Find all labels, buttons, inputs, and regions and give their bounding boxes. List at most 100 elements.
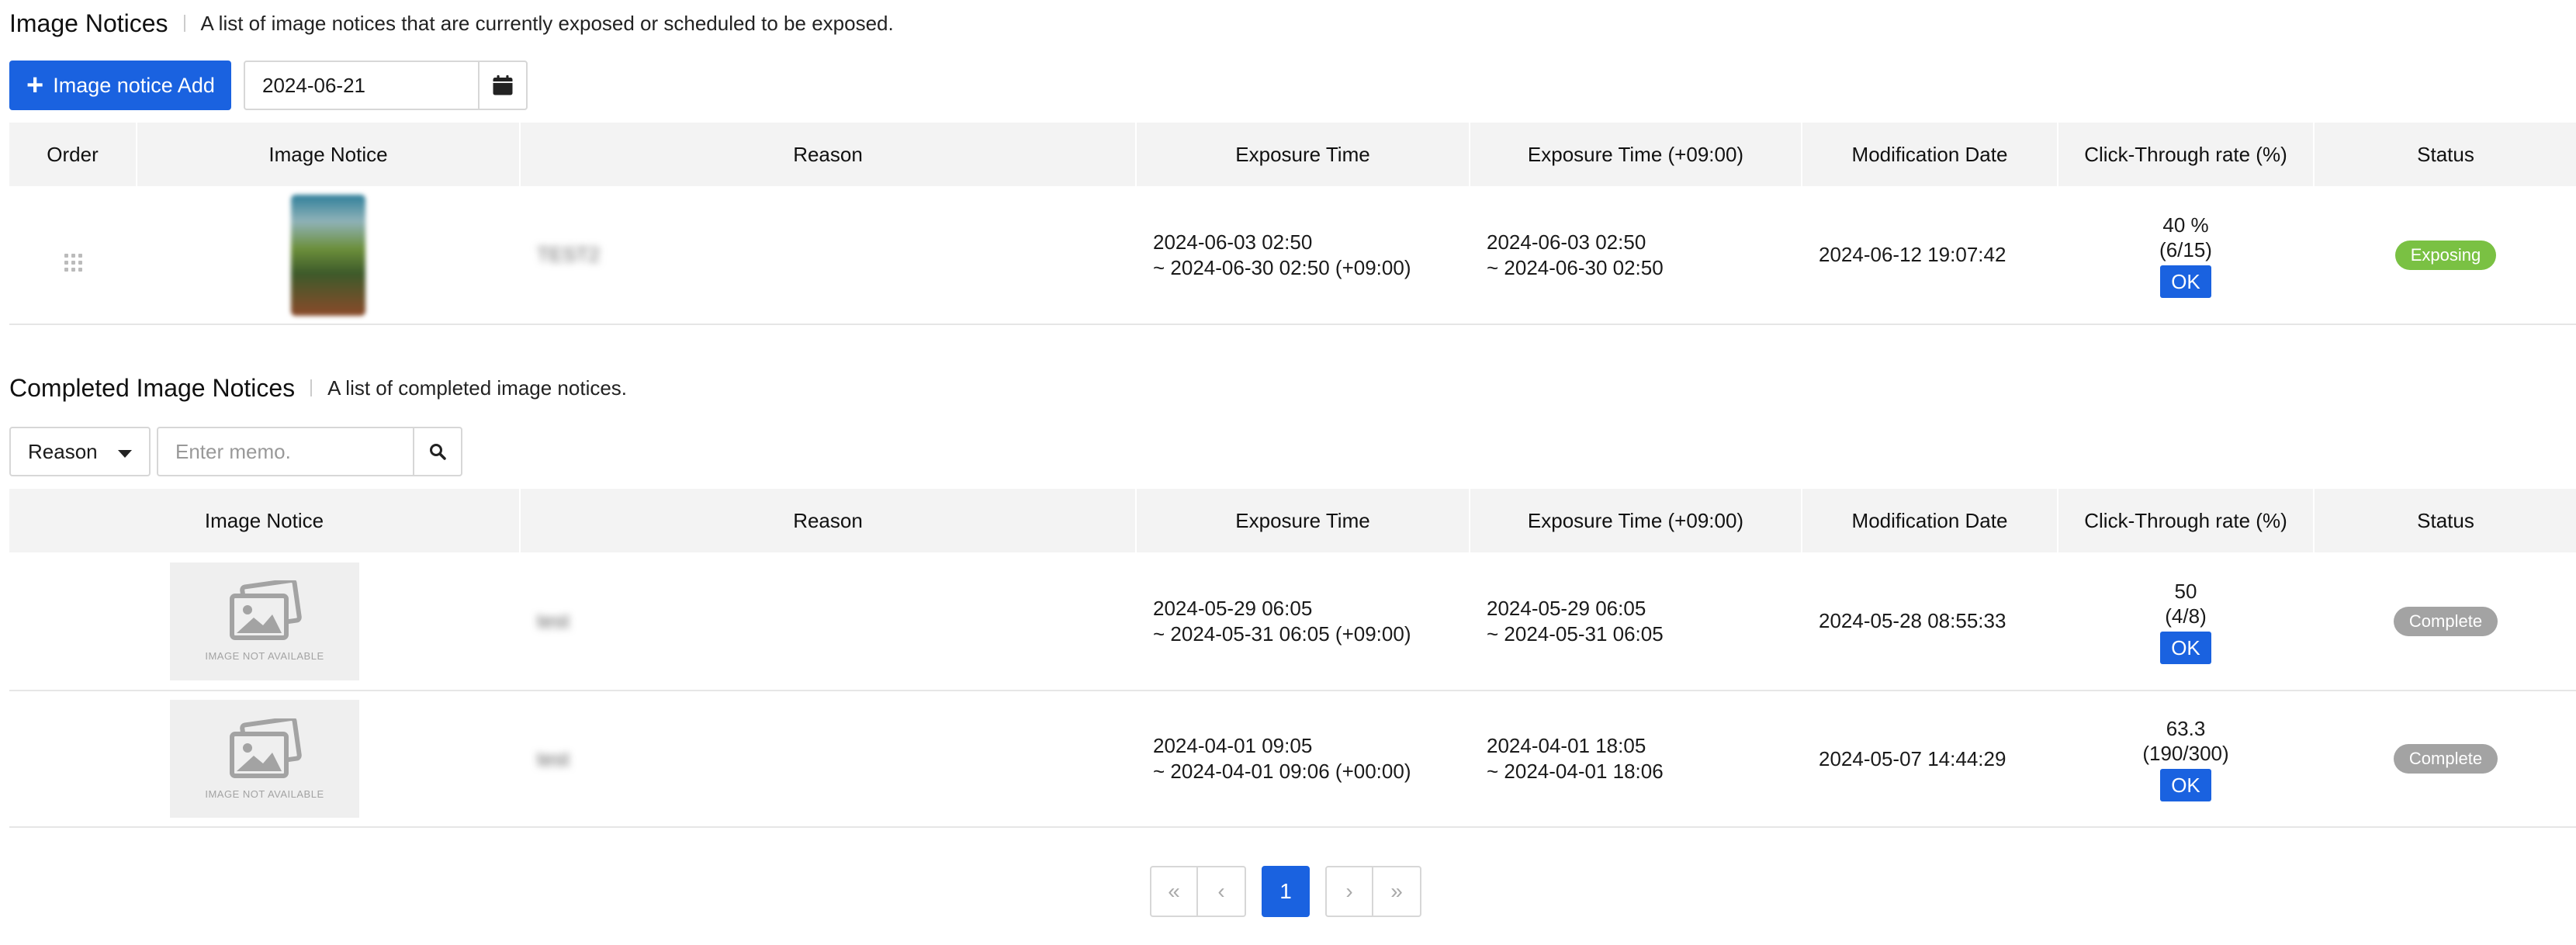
table-row[interactable]: IMAGE NOT AVAILABLE test 2024-04-01 09:0… — [9, 691, 2576, 828]
exposure-kst-start: 2024-05-29 06:05 — [1487, 596, 1646, 620]
ctr-ok-button[interactable]: OK — [2160, 769, 2211, 801]
reason-filter-select[interactable]: Reason — [9, 427, 151, 476]
modified-cell: 2024-05-28 08:55:33 — [1802, 552, 2058, 691]
reason-text: test — [537, 746, 570, 770]
first-page-icon[interactable]: « — [1150, 866, 1198, 917]
notice-thumbnail[interactable] — [291, 194, 365, 316]
exposure-start: 2024-04-01 09:05 — [1153, 734, 1313, 757]
exposure-cell: 2024-06-03 02:50 ~ 2024-06-30 02:50 (+09… — [1136, 186, 1470, 325]
header-image-notice[interactable]: Image Notice — [137, 123, 521, 186]
exposure-start: 2024-05-29 06:05 — [1153, 596, 1313, 620]
page-title: Image Notices — [9, 9, 168, 37]
ctr-count: (190/300) — [2142, 742, 2229, 765]
date-picker[interactable]: 2024-06-21 — [244, 61, 528, 110]
ctr-cell: 40 % (6/15) OK — [2058, 186, 2314, 325]
exposure-kst-end: ~ 2024-05-31 06:05 — [1487, 621, 1664, 646]
filter-select-value: Reason — [28, 439, 98, 463]
ctr-rate: 40 % — [2162, 213, 2209, 237]
exposure-start: 2024-06-03 02:50 — [1153, 230, 1313, 254]
prev-page-icon[interactable]: ‹ — [1198, 866, 1246, 917]
reason-cell: TEST2 — [520, 186, 1136, 325]
exposure-end: ~ 2024-04-01 09:06 (+00:00) — [1153, 760, 1411, 783]
title-divider — [183, 15, 185, 32]
search-input[interactable]: Enter memo. — [158, 428, 413, 475]
add-button-label: Image notice Add — [53, 73, 215, 97]
image-placeholder-icon — [230, 580, 302, 640]
last-page-icon[interactable]: » — [1373, 866, 1421, 917]
date-input[interactable]: 2024-06-21 — [245, 62, 478, 109]
image-cell — [137, 186, 520, 325]
exposure-kst-end: ~ 2024-04-01 18:06 — [1487, 760, 1664, 783]
header-status[interactable]: Status — [2314, 123, 2576, 186]
header-order[interactable]: Order — [9, 123, 137, 186]
image-cell: IMAGE NOT AVAILABLE — [9, 691, 520, 828]
header-status[interactable]: Status — [2314, 489, 2576, 552]
page-button-current[interactable]: 1 — [1262, 866, 1310, 917]
order-cell[interactable] — [9, 186, 137, 325]
ctr-cell: 50 (4/8) OK — [2058, 552, 2314, 691]
ctr-rate: 63.3 — [2166, 717, 2206, 740]
reason-cell: test — [520, 552, 1136, 691]
ctr-ok-button[interactable]: OK — [2160, 631, 2211, 664]
chevron-down-icon — [118, 450, 132, 458]
header-exposure-time-kst[interactable]: Exposure Time (+09:00) — [1470, 123, 1802, 186]
image-cell: IMAGE NOT AVAILABLE — [9, 552, 520, 691]
modified-cell: 2024-06-12 19:07:42 — [1802, 186, 2058, 325]
calendar-icon[interactable] — [478, 62, 526, 109]
drag-handle-icon[interactable] — [64, 253, 82, 272]
ctr-count: (4/8) — [2165, 604, 2207, 628]
ctr-rate: 50 — [2174, 579, 2197, 603]
header-exposure-time[interactable]: Exposure Time — [1136, 123, 1470, 186]
next-page-icon[interactable]: › — [1325, 866, 1373, 917]
exposure-end: ~ 2024-05-31 06:05 (+09:00) — [1153, 621, 1411, 646]
title-divider — [310, 379, 313, 396]
reason-text: test — [537, 609, 570, 632]
completed-notices-table: Image Notice Reason Exposure Time Exposu… — [9, 489, 2576, 828]
pagination: « ‹ 1 › » — [1150, 866, 1421, 917]
ctr-count: (6/15) — [2159, 237, 2212, 261]
header-image-notice[interactable]: Image Notice — [9, 489, 521, 552]
status-badge: Complete — [2393, 606, 2498, 636]
status-cell: Complete — [2314, 552, 2576, 691]
header-modification-date[interactable]: Modification Date — [1802, 123, 2058, 186]
table-header-row: Order Image Notice Reason Exposure Time … — [9, 123, 2576, 186]
exposure-kst-start: 2024-06-03 02:50 — [1487, 230, 1646, 254]
completed-title: Completed Image Notices — [9, 373, 296, 402]
header-reason[interactable]: Reason — [520, 489, 1137, 552]
exposure-kst-end: ~ 2024-06-30 02:50 — [1487, 255, 1664, 279]
header-ctr[interactable]: Click-Through rate (%) — [2058, 123, 2315, 186]
header-reason[interactable]: Reason — [520, 123, 1137, 186]
completed-description: A list of completed image notices. — [327, 376, 628, 400]
header-ctr[interactable]: Click-Through rate (%) — [2058, 489, 2315, 552]
add-image-notice-button[interactable]: + Image notice Add — [9, 61, 231, 110]
plus-icon: + — [26, 69, 44, 102]
header-exposure-time-kst[interactable]: Exposure Time (+09:00) — [1470, 489, 1802, 552]
ctr-cell: 63.3 (190/300) OK — [2058, 691, 2314, 828]
image-not-available-label: IMAGE NOT AVAILABLE — [205, 650, 324, 662]
status-badge: Exposing — [2394, 240, 2497, 270]
image-placeholder[interactable]: IMAGE NOT AVAILABLE — [170, 562, 359, 680]
reason-cell: test — [520, 691, 1136, 828]
completed-section-header: Completed Image Notices A list of comple… — [9, 372, 627, 403]
search-icon[interactable] — [413, 428, 461, 475]
exposure-end: ~ 2024-06-30 02:50 (+09:00) — [1153, 255, 1411, 279]
image-placeholder[interactable]: IMAGE NOT AVAILABLE — [170, 700, 359, 818]
exposure-cell: 2024-04-01 09:05 ~ 2024-04-01 09:06 (+00… — [1136, 691, 1470, 828]
image-placeholder-icon — [230, 718, 302, 778]
exposure-kst-cell: 2024-05-29 06:05 ~ 2024-05-31 06:05 — [1470, 552, 1802, 691]
ctr-ok-button[interactable]: OK — [2160, 265, 2211, 298]
modified-cell: 2024-05-07 14:44:29 — [1802, 691, 2058, 828]
table-header-row: Image Notice Reason Exposure Time Exposu… — [9, 489, 2576, 552]
section-description: A list of image notices that are current… — [200, 11, 894, 35]
exposure-kst-cell: 2024-04-01 18:05 ~ 2024-04-01 18:06 — [1470, 691, 1802, 828]
table-row[interactable]: IMAGE NOT AVAILABLE test 2024-05-29 06:0… — [9, 552, 2576, 691]
header-exposure-time[interactable]: Exposure Time — [1136, 489, 1470, 552]
active-notices-table: Order Image Notice Reason Exposure Time … — [9, 123, 2576, 325]
image-not-available-label: IMAGE NOT AVAILABLE — [205, 788, 324, 800]
table-row[interactable]: TEST2 2024-06-03 02:50 ~ 2024-06-30 02:5… — [9, 186, 2576, 325]
exposure-kst-cell: 2024-06-03 02:50 ~ 2024-06-30 02:50 — [1470, 186, 1802, 325]
memo-search[interactable]: Enter memo. — [157, 427, 462, 476]
status-badge: Complete — [2393, 744, 2498, 774]
header-modification-date[interactable]: Modification Date — [1802, 489, 2058, 552]
status-cell: Exposing — [2314, 186, 2576, 325]
